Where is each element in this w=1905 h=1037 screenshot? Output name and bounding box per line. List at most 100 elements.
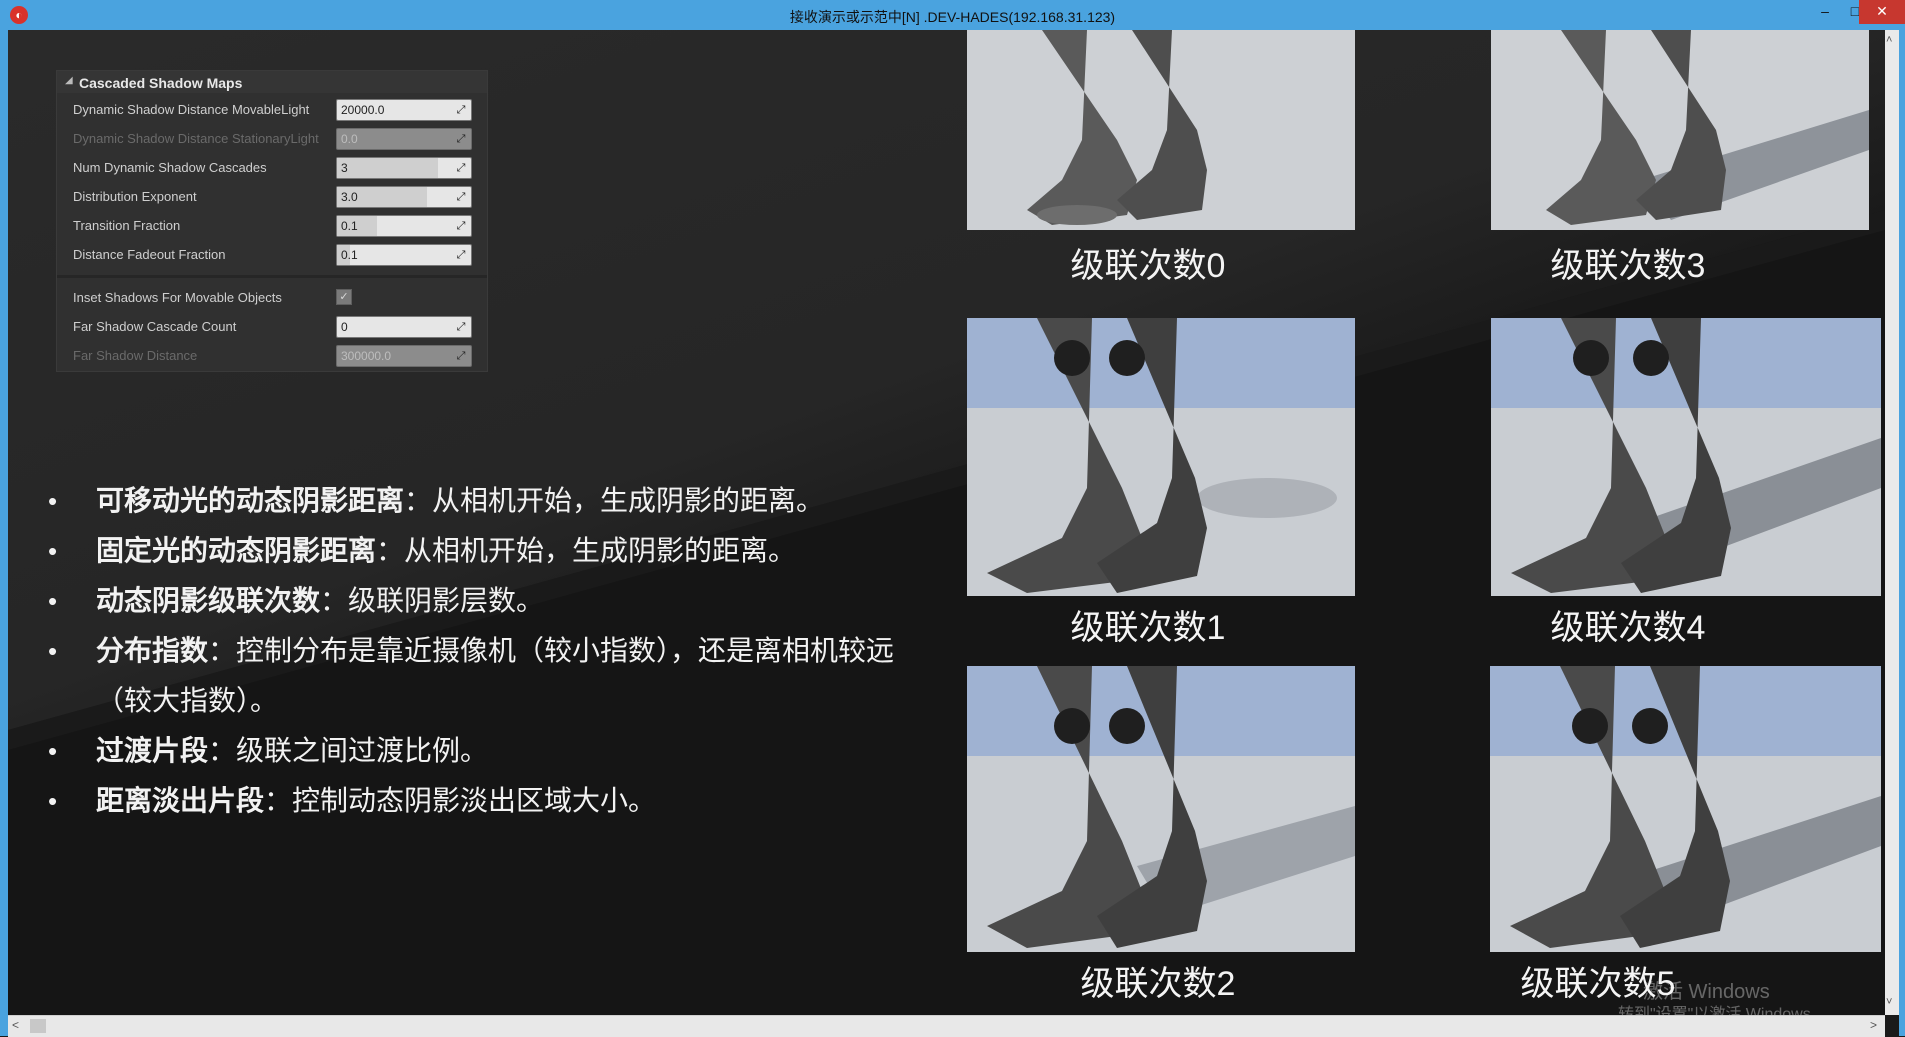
property-label: Distribution Exponent [73,189,197,204]
caption-cascade-0: 级联次数0 [1070,247,1226,285]
list-item: • 过渡片段：级联之间过渡比例。 [48,726,928,776]
reset-arrow-icon[interactable]: ⤢ [454,320,468,334]
property-value-field[interactable]: 20000.0 ⤢ [336,99,472,121]
shadow-properties-panel: ◢ Cascaded Shadow Maps Dynamic Shadow Di… [56,70,488,372]
property-slider-field[interactable]: 3.0 ⤢ [336,186,472,208]
bullet-term: 距离淡出片段 [96,785,265,816]
bullet-description: ：级联之间过渡比例。 [208,735,489,766]
caption-cascade-3: 级联次数3 [1550,247,1706,285]
property-label: Num Dynamic Shadow Cascades [73,160,267,175]
property-value[interactable]: 0 [341,320,348,334]
list-item: • 距离淡出片段：控制动态阴影淡出区域大小。 [48,776,928,826]
reset-arrow-icon[interactable]: ⤢ [454,103,468,117]
property-value-field[interactable]: 0 ⤢ [336,316,472,338]
panel-header-title: Cascaded Shadow Maps [79,75,243,91]
scroll-right-icon[interactable]: > [1870,1018,1877,1032]
list-item-continuation: （较大指数）。 [48,676,928,726]
cascade-5-render-image [1490,666,1881,952]
scroll-down-icon[interactable]: ˅ [1886,996,1892,1008]
property-value[interactable]: 0.1 [341,248,358,262]
property-row: Distribution Exponent 3.0 ⤢ [57,182,487,210]
list-item: • 固定光的动态阴影距离：从相机开始，生成阴影的距离。 [48,526,928,576]
minimize-button[interactable]: – [1810,0,1840,24]
close-button[interactable]: ✕ [1859,0,1905,24]
bullet-term: 分布指数 [96,635,209,666]
property-row: Transition Fraction 0.1 ⤢ [57,211,487,239]
bullet-description: ：从相机开始，生成阴影的距离。 [376,535,797,566]
window-frame-left [0,30,8,1036]
property-row: Dynamic Shadow Distance MovableLight 200… [57,95,487,123]
property-value: 0.0 [341,132,358,146]
list-item: • 可移动光的动态阴影距离：从相机开始，生成阴影的距离。 [48,476,928,526]
property-row: Far Shadow Cascade Count 0 ⤢ [57,312,487,340]
property-row: Far Shadow Distance 300000.0 ⤢ [57,341,487,369]
property-value[interactable]: 3.0 [341,190,358,204]
reset-arrow-icon[interactable]: ⤢ [454,190,468,204]
property-label: Distance Fadeout Fraction [73,247,226,262]
bullet-term: 固定光的动态阴影距离 [96,535,377,566]
cascade-1-render-image [967,318,1355,596]
scroll-up-icon[interactable]: ˄ [1886,34,1892,46]
property-slider-field[interactable]: 3 ⤢ [336,157,472,179]
bullet-term: 可移动光的动态阴影距离 [96,485,405,516]
bullet-dot: • [48,736,58,766]
cascade-0-render-image [967,30,1355,230]
property-value[interactable]: 3 [341,161,348,175]
window-titlebar: ◐ 接收演示或示范中[N] .DEV-HADES(192.168.31.123)… [0,0,1905,31]
bullet-dot: • [48,486,58,516]
bullet-dot: • [48,786,58,816]
bullet-description: ：从相机开始，生成阴影的距离。 [404,485,825,516]
cascade-3-render-image [1491,30,1869,230]
property-value[interactable]: 20000.0 [341,103,384,117]
property-row: Distance Fadeout Fraction 0.1 ⤢ [57,240,487,268]
panel-header[interactable]: ◢ Cascaded Shadow Maps [57,71,487,93]
bullet-term: 过渡片段 [96,735,209,766]
bullet-term: 动态阴影级联次数 [96,585,321,616]
reset-arrow-icon: ⤢ [456,133,466,145]
bullet-dot: • [48,636,58,666]
property-label: Far Shadow Cascade Count [73,319,237,334]
slider-fill [337,158,438,178]
property-row: Dynamic Shadow Distance StationaryLight … [57,124,487,152]
reset-arrow-icon[interactable]: ⤢ [454,219,468,233]
property-value-field: 300000.0 ⤢ [336,345,472,367]
property-value: 300000.0 [341,349,392,363]
checkmark-icon[interactable]: ✓ [336,289,352,305]
property-row: Num Dynamic Shadow Cascades 3 ⤢ [57,153,487,181]
property-label: Dynamic Shadow Distance MovableLight [73,102,310,117]
bullet-description: ：级联阴影层数。 [320,585,545,616]
property-label: Far Shadow Distance [73,348,198,363]
bullet-description: ：控制分布是靠近摄像机（较小指数），还是离相机较远 [208,635,895,666]
list-item: • 分布指数：控制分布是靠近摄像机（较小指数），还是离相机较远 [48,626,928,676]
bullet-description-continuation: （较大指数）。 [96,685,279,716]
bullet-dot: • [48,586,58,616]
window-frame-right [1899,30,1905,1036]
collapse-triangle-icon[interactable]: ◢ [65,75,73,86]
reset-arrow-icon: ⤢ [456,350,466,362]
caption-cascade-4: 级联次数4 [1550,609,1706,647]
list-item: • 动态阴影级联次数：级联阴影层数。 [48,576,928,626]
caption-cascade-1: 级联次数1 [1070,609,1226,647]
horizontal-scrollbar[interactable]: < > [8,1015,1885,1037]
reset-arrow-icon[interactable]: ⤢ [454,248,468,262]
cascade-4-render-image [1491,318,1881,596]
property-value-field: 0.0 ⤢ [336,128,472,150]
bullet-dot: • [48,536,58,566]
property-slider-field[interactable]: 0.1 ⤢ [336,244,472,266]
property-slider-field[interactable]: 0.1 ⤢ [336,215,472,237]
caption-cascade-2: 级联次数2 [1080,965,1236,1003]
property-label: Transition Fraction [73,218,181,233]
property-row: Inset Shadows For Movable Objects ✓ [57,283,487,311]
reset-arrow-icon[interactable]: ⤢ [454,161,468,175]
scrollbar-thumb[interactable] [30,1019,46,1033]
cascade-2-render-image [967,666,1355,952]
vertical-scrollbar[interactable]: ˄ ˅ [1885,30,1899,1015]
bullet-description: ：控制动态阴影淡出区域大小。 [264,785,657,816]
bullet-list: • 可移动光的动态阴影距离：从相机开始，生成阴影的距离。 • 固定光的动态阴影距离：… [48,476,928,826]
property-label: Inset Shadows For Movable Objects [73,290,282,305]
scroll-left-icon[interactable]: < [12,1018,19,1032]
panel-divider [57,275,487,278]
window-title: 接收演示或示范中[N] .DEV-HADES(192.168.31.123) [789,9,1116,25]
windows-activation-watermark-text: 转到"设置"以激活 Windows。 [1618,1006,1827,1015]
property-value[interactable]: 0.1 [341,219,358,233]
